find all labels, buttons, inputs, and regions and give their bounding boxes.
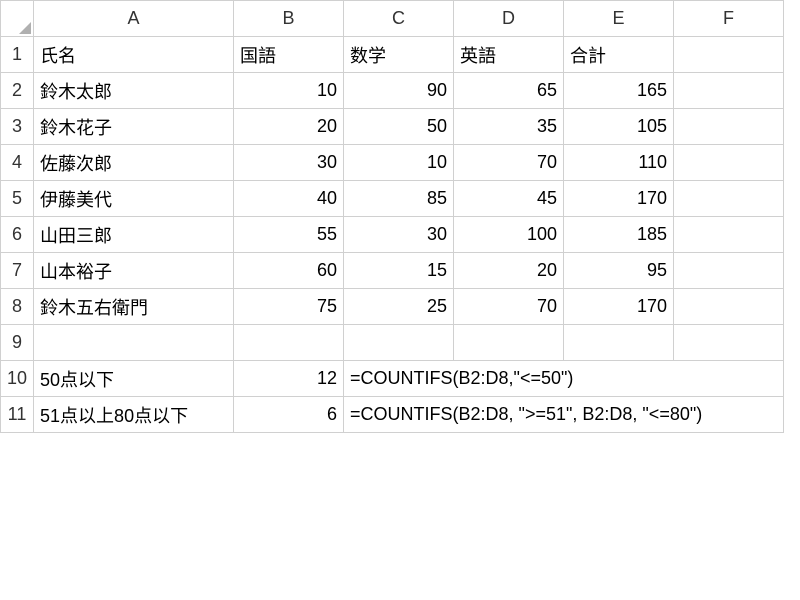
col-header-B[interactable]: B xyxy=(234,1,344,37)
cell-C7[interactable]: 15 xyxy=(344,253,454,289)
cell-B2[interactable]: 10 xyxy=(234,73,344,109)
cell-F1[interactable] xyxy=(674,37,784,73)
cell-D2[interactable]: 65 xyxy=(454,73,564,109)
row-header-11[interactable]: 11 xyxy=(1,397,34,433)
cell-A2[interactable]: 鈴木太郎 xyxy=(34,73,234,109)
row-header-10[interactable]: 10 xyxy=(1,361,34,397)
row-header-1[interactable]: 1 xyxy=(1,37,34,73)
cell-E7[interactable]: 95 xyxy=(564,253,674,289)
cell-B9[interactable] xyxy=(234,325,344,361)
cell-F3[interactable] xyxy=(674,109,784,145)
cell-B5[interactable]: 40 xyxy=(234,181,344,217)
select-all-corner[interactable] xyxy=(1,1,34,37)
cell-B1[interactable]: 国語 xyxy=(234,37,344,73)
cell-F9[interactable] xyxy=(674,325,784,361)
row-header-4[interactable]: 4 xyxy=(1,145,34,181)
cell-A7[interactable]: 山本裕子 xyxy=(34,253,234,289)
cell-C1[interactable]: 数学 xyxy=(344,37,454,73)
cell-E3[interactable]: 105 xyxy=(564,109,674,145)
cell-F5[interactable] xyxy=(674,181,784,217)
cell-C9[interactable] xyxy=(344,325,454,361)
cell-A5[interactable]: 伊藤美代 xyxy=(34,181,234,217)
cell-F2[interactable] xyxy=(674,73,784,109)
spreadsheet-grid[interactable]: A B C D E F 1 氏名 国語 数学 英語 合計 2 鈴木太郎 10 9… xyxy=(0,0,784,433)
cell-E8[interactable]: 170 xyxy=(564,289,674,325)
cell-F8[interactable] xyxy=(674,289,784,325)
row-header-6[interactable]: 6 xyxy=(1,217,34,253)
cell-F4[interactable] xyxy=(674,145,784,181)
cell-C4[interactable]: 10 xyxy=(344,145,454,181)
cell-C6[interactable]: 30 xyxy=(344,217,454,253)
cell-A3[interactable]: 鈴木花子 xyxy=(34,109,234,145)
row-header-3[interactable]: 3 xyxy=(1,109,34,145)
col-header-F[interactable]: F xyxy=(674,1,784,37)
cell-B4[interactable]: 30 xyxy=(234,145,344,181)
cell-E6[interactable]: 185 xyxy=(564,217,674,253)
cell-B6[interactable]: 55 xyxy=(234,217,344,253)
cell-C2[interactable]: 90 xyxy=(344,73,454,109)
row-header-7[interactable]: 7 xyxy=(1,253,34,289)
cell-E5[interactable]: 170 xyxy=(564,181,674,217)
row-header-8[interactable]: 8 xyxy=(1,289,34,325)
row-header-5[interactable]: 5 xyxy=(1,181,34,217)
cell-F7[interactable] xyxy=(674,253,784,289)
cell-D1[interactable]: 英語 xyxy=(454,37,564,73)
cell-E1[interactable]: 合計 xyxy=(564,37,674,73)
cell-D3[interactable]: 35 xyxy=(454,109,564,145)
cell-D4[interactable]: 70 xyxy=(454,145,564,181)
col-header-D[interactable]: D xyxy=(454,1,564,37)
col-header-C[interactable]: C xyxy=(344,1,454,37)
cell-D6[interactable]: 100 xyxy=(454,217,564,253)
cell-E2[interactable]: 165 xyxy=(564,73,674,109)
cell-A6[interactable]: 山田三郎 xyxy=(34,217,234,253)
cell-E4[interactable]: 110 xyxy=(564,145,674,181)
cell-B11[interactable]: 6 xyxy=(234,397,344,433)
cell-A8[interactable]: 鈴木五右衛門 xyxy=(34,289,234,325)
cell-C3[interactable]: 50 xyxy=(344,109,454,145)
cell-B10[interactable]: 12 xyxy=(234,361,344,397)
cell-B8[interactable]: 75 xyxy=(234,289,344,325)
row-header-2[interactable]: 2 xyxy=(1,73,34,109)
cell-C11[interactable]: =COUNTIFS(B2:D8, ">=51", B2:D8, "<=80") xyxy=(344,397,784,433)
col-header-E[interactable]: E xyxy=(564,1,674,37)
cell-C8[interactable]: 25 xyxy=(344,289,454,325)
cell-C10[interactable]: =COUNTIFS(B2:D8,"<=50") xyxy=(344,361,784,397)
col-header-A[interactable]: A xyxy=(34,1,234,37)
cell-B3[interactable]: 20 xyxy=(234,109,344,145)
cell-A9[interactable] xyxy=(34,325,234,361)
cell-F6[interactable] xyxy=(674,217,784,253)
cell-D5[interactable]: 45 xyxy=(454,181,564,217)
cell-A11[interactable]: 51点以上80点以下 xyxy=(34,397,234,433)
cell-B7[interactable]: 60 xyxy=(234,253,344,289)
cell-D8[interactable]: 70 xyxy=(454,289,564,325)
cell-D9[interactable] xyxy=(454,325,564,361)
cell-D7[interactable]: 20 xyxy=(454,253,564,289)
cell-E9[interactable] xyxy=(564,325,674,361)
cell-C5[interactable]: 85 xyxy=(344,181,454,217)
cell-A10[interactable]: 50点以下 xyxy=(34,361,234,397)
cell-A1[interactable]: 氏名 xyxy=(34,37,234,73)
cell-A4[interactable]: 佐藤次郎 xyxy=(34,145,234,181)
row-header-9[interactable]: 9 xyxy=(1,325,34,361)
